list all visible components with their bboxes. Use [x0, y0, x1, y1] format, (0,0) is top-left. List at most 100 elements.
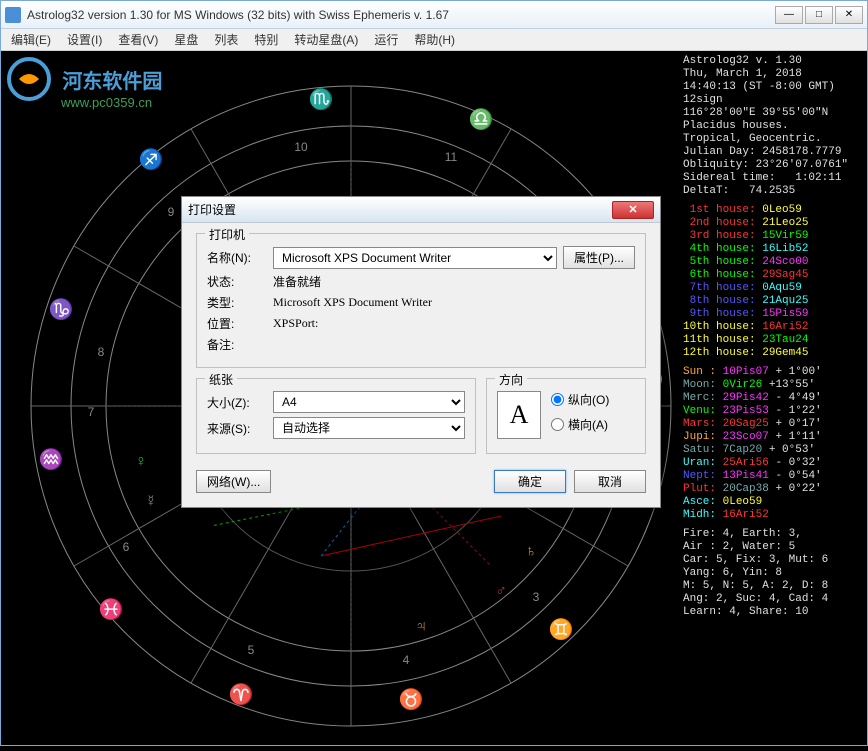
- portrait-radio[interactable]: 纵向(O): [551, 391, 609, 408]
- menu-list[interactable]: 列表: [208, 29, 244, 50]
- house-line: 6th house: 29Sag45: [683, 269, 863, 282]
- info-footer-line: Learn: 4, Share: 10: [683, 606, 863, 619]
- printer-name-select[interactable]: Microsoft XPS Document Writer: [273, 247, 557, 269]
- svg-text:10: 10: [294, 140, 308, 154]
- window-controls: — □ ✕: [775, 6, 863, 24]
- dialog-titlebar[interactable]: 打印设置 ✕: [182, 197, 660, 223]
- svg-text:8: 8: [98, 345, 105, 359]
- name-label: 名称(N):: [207, 249, 267, 266]
- menubar: 编辑(E) 设置(I) 查看(V) 星盘 列表 特别 转动星盘(A) 运行 帮助…: [1, 29, 867, 51]
- titlebar: Astrolog32 version 1.30 for MS Windows (…: [1, 1, 867, 29]
- window-title: Astrolog32 version 1.30 for MS Windows (…: [27, 8, 775, 22]
- info-footer-line: Yang: 6, Yin: 8: [683, 567, 863, 580]
- minimize-button[interactable]: —: [775, 6, 803, 24]
- properties-button[interactable]: 属性(P)...: [563, 246, 635, 269]
- menu-run[interactable]: 运行: [368, 29, 404, 50]
- svg-text:♊: ♊: [549, 617, 574, 641]
- svg-text:☿: ☿: [145, 493, 157, 510]
- info-panel: Astrolog32 v. 1.30Thu, March 1, 201814:4…: [683, 55, 863, 619]
- type-label: 类型:: [207, 294, 267, 311]
- menu-settings[interactable]: 设置(I): [61, 29, 108, 50]
- menu-help[interactable]: 帮助(H): [408, 29, 461, 50]
- info-header-line: Julian Day: 2458178.7779: [683, 146, 863, 159]
- dialog-close-button[interactable]: ✕: [612, 201, 654, 219]
- paper-size-select[interactable]: A4: [273, 391, 465, 413]
- planet-line: Nept: 13Pis41 - 0°54': [683, 470, 863, 483]
- size-label: 大小(Z):: [207, 394, 267, 411]
- orientation-preview-icon: A: [497, 391, 541, 439]
- watermark-logo-icon: [5, 55, 53, 103]
- house-line: 11th house: 23Tau24: [683, 334, 863, 347]
- svg-text:♉: ♉: [399, 687, 424, 711]
- type-value: Microsoft XPS Document Writer: [273, 295, 635, 310]
- maximize-button[interactable]: □: [805, 6, 833, 24]
- svg-text:5: 5: [248, 643, 255, 657]
- landscape-radio[interactable]: 横向(A): [551, 416, 609, 433]
- info-header-line: DeltaT: 74.2535: [683, 185, 863, 198]
- status-value: 准备就绪: [273, 273, 635, 290]
- house-line: 1st house: 0Leo59: [683, 204, 863, 217]
- svg-text:♀: ♀: [135, 453, 147, 470]
- svg-text:9: 9: [168, 205, 175, 219]
- paper-source-select[interactable]: 自动选择: [273, 417, 465, 439]
- cancel-button[interactable]: 取消: [574, 470, 646, 493]
- planet-line: Venu: 23Pis53 - 1°22': [683, 405, 863, 418]
- house-line: 12th house: 29Gem45: [683, 347, 863, 360]
- source-label: 来源(S):: [207, 420, 267, 437]
- svg-text:7: 7: [88, 405, 95, 419]
- status-label: 状态:: [207, 273, 267, 290]
- paper-legend: 纸张: [205, 371, 237, 388]
- close-button[interactable]: ✕: [835, 6, 863, 24]
- info-header-line: 14:40:13 (ST -8:00 GMT): [683, 81, 863, 94]
- svg-text:11: 11: [445, 150, 458, 164]
- info-header-line: Sidereal time: 1:02:11: [683, 172, 863, 185]
- planet-line: Mars: 20Sag25 + 0°17': [683, 418, 863, 431]
- dialog-title: 打印设置: [188, 201, 612, 218]
- info-footer-line: Car: 5, Fix: 3, Mut: 6: [683, 554, 863, 567]
- network-button[interactable]: 网络(W)...: [196, 470, 271, 493]
- watermark-url: www.pc0359.cn: [61, 95, 162, 110]
- info-footer-line: Fire: 4, Earth: 3,: [683, 528, 863, 541]
- info-footer-line: M: 5, N: 5, A: 2, D: 8: [683, 580, 863, 593]
- house-line: 3rd house: 15Vir59: [683, 230, 863, 243]
- info-header-line: Obliquity: 23°26'07.0761": [683, 159, 863, 172]
- planet-line: Satu: 7Cap20 + 0°53': [683, 444, 863, 457]
- planet-line: Midh: 16Ari52: [683, 509, 863, 522]
- house-line: 8th house: 21Aqu25: [683, 295, 863, 308]
- print-setup-dialog: 打印设置 ✕ 打印机 名称(N): Microsoft XPS Document…: [181, 196, 661, 508]
- printer-fieldset: 打印机 名称(N): Microsoft XPS Document Writer…: [196, 233, 646, 368]
- house-line: 7th house: 0Aqu59: [683, 282, 863, 295]
- svg-text:3: 3: [533, 590, 540, 604]
- info-footer-line: Air : 2, Water: 5: [683, 541, 863, 554]
- info-header-line: 12sign: [683, 94, 863, 107]
- menu-chart[interactable]: 星盘: [168, 29, 204, 50]
- house-line: 5th house: 24Sco00: [683, 256, 863, 269]
- svg-text:♎: ♎: [469, 107, 494, 131]
- planet-line: Uran: 25Ari56 - 0°32': [683, 457, 863, 470]
- house-line: 10th house: 16Ari52: [683, 321, 863, 334]
- comment-label: 备注:: [207, 336, 267, 353]
- orientation-legend: 方向: [495, 371, 527, 388]
- location-value: XPSPort:: [273, 316, 635, 331]
- menu-view[interactable]: 查看(V): [112, 29, 164, 50]
- info-footer-line: Ang: 2, Suc: 4, Cad: 4: [683, 593, 863, 606]
- svg-text:♂: ♂: [495, 583, 507, 600]
- menu-special[interactable]: 特别: [248, 29, 284, 50]
- location-label: 位置:: [207, 315, 267, 332]
- svg-text:♃: ♃: [415, 618, 427, 635]
- house-line: 2nd house: 21Leo25: [683, 217, 863, 230]
- app-icon: [5, 7, 21, 23]
- info-header-line: Astrolog32 v. 1.30: [683, 55, 863, 68]
- svg-text:♑: ♑: [49, 297, 74, 321]
- menu-edit[interactable]: 编辑(E): [5, 29, 57, 50]
- svg-text:♏: ♏: [309, 87, 334, 111]
- planet-line: Jupi: 23Sco07 + 1°11': [683, 431, 863, 444]
- printer-legend: 打印机: [205, 226, 249, 243]
- menu-rotate[interactable]: 转动星盘(A): [288, 29, 364, 50]
- main-window: Astrolog32 version 1.30 for MS Windows (…: [0, 0, 868, 746]
- ok-button[interactable]: 确定: [494, 470, 566, 493]
- info-header-line: Thu, March 1, 2018: [683, 68, 863, 81]
- svg-text:♄: ♄: [525, 543, 537, 560]
- dialog-body: 打印机 名称(N): Microsoft XPS Document Writer…: [182, 223, 660, 507]
- planet-line: Merc: 29Pis42 - 4°49': [683, 392, 863, 405]
